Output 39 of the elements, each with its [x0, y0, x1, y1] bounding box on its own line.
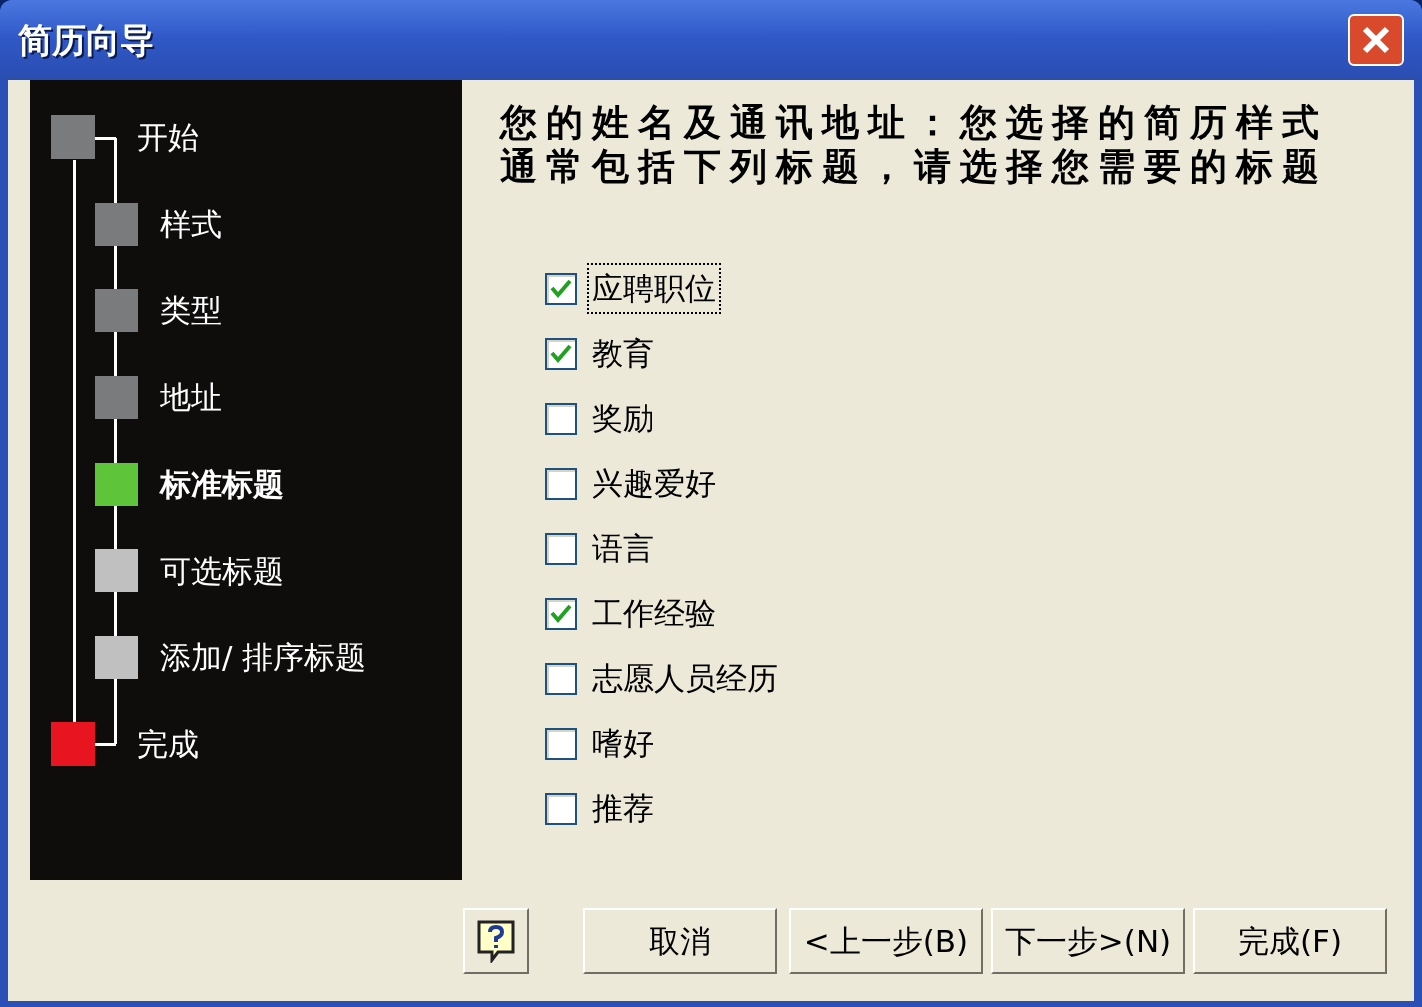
checkbox[interactable]	[545, 727, 577, 760]
checkbox[interactable]	[545, 532, 577, 565]
instruction-text: 您的姓名及通讯地址：您选择的简历样式通常包括下列标题，请选择您需要的标题	[500, 100, 1329, 188]
step-label: 开始	[137, 118, 199, 158]
step-label: 完成	[137, 724, 199, 764]
checkbox[interactable]	[545, 272, 577, 305]
dialog-button[interactable]: 下一步>(N)	[991, 908, 1185, 974]
dialog-button[interactable]: 完成(F)	[1193, 908, 1387, 974]
step-label: 添加/ 排序标题	[160, 638, 367, 678]
checkbox-label[interactable]: 推荐	[587, 783, 659, 834]
step-label: 类型	[160, 291, 222, 331]
checkbox-label[interactable]: 志愿人员经历	[587, 653, 783, 704]
dialog-button[interactable]: <上一步(B)	[789, 908, 983, 974]
checkbox-label[interactable]: 兴趣爱好	[587, 458, 721, 509]
step-label: 样式	[160, 204, 222, 244]
checkbox-label[interactable]: 工作经验	[587, 588, 721, 639]
checkbox-label[interactable]: 奖励	[587, 393, 659, 444]
checkbox-label[interactable]: 语言	[587, 523, 659, 574]
step-label: 可选标题	[160, 551, 284, 591]
close-icon	[1361, 25, 1391, 55]
help-button[interactable]	[463, 908, 529, 974]
checkbox[interactable]	[545, 662, 577, 695]
checkbox[interactable]	[545, 597, 577, 630]
checkbox[interactable]	[545, 337, 577, 370]
check-icon	[550, 343, 572, 364]
checkbox-label[interactable]: 教育	[587, 328, 659, 379]
checkbox[interactable]	[545, 402, 577, 435]
dialog-button[interactable]: 取消	[583, 908, 777, 974]
check-icon	[550, 278, 572, 299]
checkbox[interactable]	[545, 792, 577, 825]
step-label: 标准标题	[160, 464, 284, 504]
step-label: 地址	[160, 378, 222, 418]
close-button[interactable]	[1348, 14, 1404, 66]
help-icon	[476, 919, 516, 963]
window-title: 简历向导	[18, 18, 154, 62]
check-icon	[550, 603, 572, 624]
checkbox[interactable]	[545, 467, 577, 500]
checkbox-label[interactable]: 嗜好	[587, 718, 659, 769]
checkbox-label[interactable]: 应聘职位	[587, 263, 721, 314]
